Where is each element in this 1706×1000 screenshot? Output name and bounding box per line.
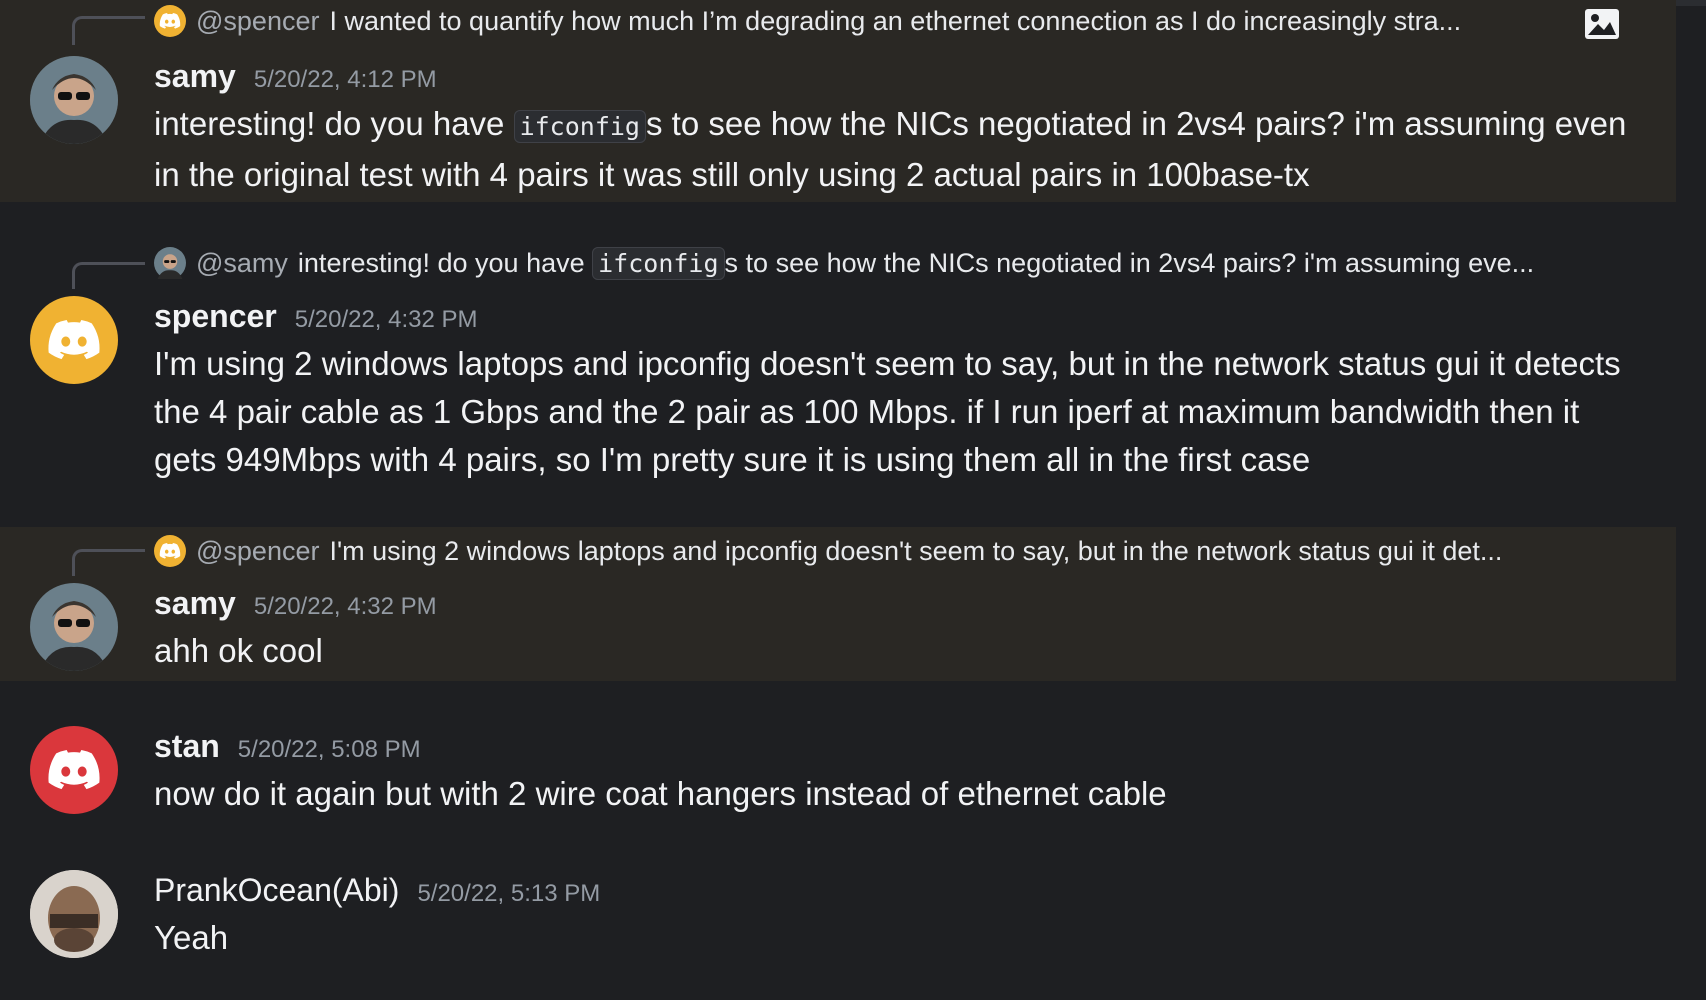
- message-header: samy 5/20/22, 4:32 PM: [154, 585, 437, 622]
- message-body: ahh ok cool: [154, 632, 323, 669]
- message-spencer[interactable]: @samy interesting! do you have ifconfig s…: [0, 202, 1676, 526]
- reply-text: interesting! do you have ifconfig s to se…: [297, 246, 1535, 280]
- message-body: I'm using 2 windows laptops and ipconfig…: [154, 345, 1621, 478]
- avatar[interactable]: [30, 56, 118, 144]
- username[interactable]: stan: [154, 728, 220, 765]
- reply-text: I'm using 2 windows laptops and ipconfig…: [329, 535, 1503, 566]
- reply-username[interactable]: @spencer: [196, 536, 319, 567]
- message-header: PrankOcean(Abi) 5/20/22, 5:13 PM: [154, 872, 600, 909]
- timestamp: 5/20/22, 4:32 PM: [294, 306, 478, 333]
- reply-preview[interactable]: @spencer I'm using 2 windows laptops and…: [154, 534, 1624, 568]
- reply-spine: [72, 262, 145, 289]
- reply-text-part: interesting! do you have: [297, 247, 593, 278]
- message-body: now do it again but with 2 wire coat han…: [154, 775, 1167, 812]
- message-samy-2[interactable]: @spencer I'm using 2 windows laptops and…: [0, 527, 1676, 681]
- timestamp: 5/20/22, 5:13 PM: [417, 880, 601, 907]
- reply-text: I wanted to quantify how much I’m degrad…: [329, 5, 1462, 36]
- reply-preview[interactable]: @samy interesting! do you have ifconfig s…: [154, 246, 1624, 280]
- discord-logo-icon[interactable]: [30, 296, 118, 384]
- message-header: samy 5/20/22, 4:12 PM: [154, 58, 437, 95]
- message-body: Yeah: [154, 919, 229, 956]
- message-header: spencer 5/20/22, 4:32 PM: [154, 298, 478, 335]
- avatar[interactable]: [30, 870, 118, 958]
- discord-logo-icon: [154, 5, 186, 37]
- avatar[interactable]: [30, 583, 118, 671]
- inline-code: ifconfig: [513, 110, 646, 143]
- timestamp: 5/20/22, 5:08 PM: [237, 736, 421, 763]
- reply-username[interactable]: @spencer: [196, 6, 319, 37]
- message-stan[interactable]: stan 5/20/22, 5:08 PM now do it again bu…: [0, 712, 1676, 832]
- message-prankocean[interactable]: PrankOcean(Abi) 5/20/22, 5:13 PM Yeah: [0, 856, 1676, 1000]
- reply-username[interactable]: @samy: [196, 248, 288, 279]
- timestamp: 5/20/22, 4:32 PM: [253, 593, 437, 620]
- username[interactable]: samy: [154, 585, 236, 622]
- image-attachment-icon: [1585, 9, 1619, 39]
- message-body: interesting! do you have ifconfig s to se…: [154, 100, 1634, 199]
- message-samy-1[interactable]: @spencer I wanted to quantify how much I…: [0, 0, 1676, 202]
- reply-preview[interactable]: @spencer I wanted to quantify how much I…: [154, 4, 1624, 38]
- inline-code: ifconfig: [592, 246, 725, 280]
- message-text: interesting! do you have: [154, 105, 514, 142]
- discord-logo-icon[interactable]: [30, 726, 118, 814]
- message-header: stan 5/20/22, 5:08 PM: [154, 728, 421, 765]
- username[interactable]: PrankOcean(Abi): [154, 872, 399, 909]
- username[interactable]: spencer: [154, 298, 277, 335]
- reply-text-part: s to see how the NICs negotiated in 2vs4…: [724, 247, 1535, 278]
- avatar: [154, 247, 186, 279]
- discord-logo-icon: [154, 535, 186, 567]
- timestamp: 5/20/22, 4:12 PM: [253, 66, 437, 93]
- reply-spine: [72, 16, 145, 45]
- username[interactable]: samy: [154, 58, 236, 95]
- reply-spine: [72, 549, 145, 576]
